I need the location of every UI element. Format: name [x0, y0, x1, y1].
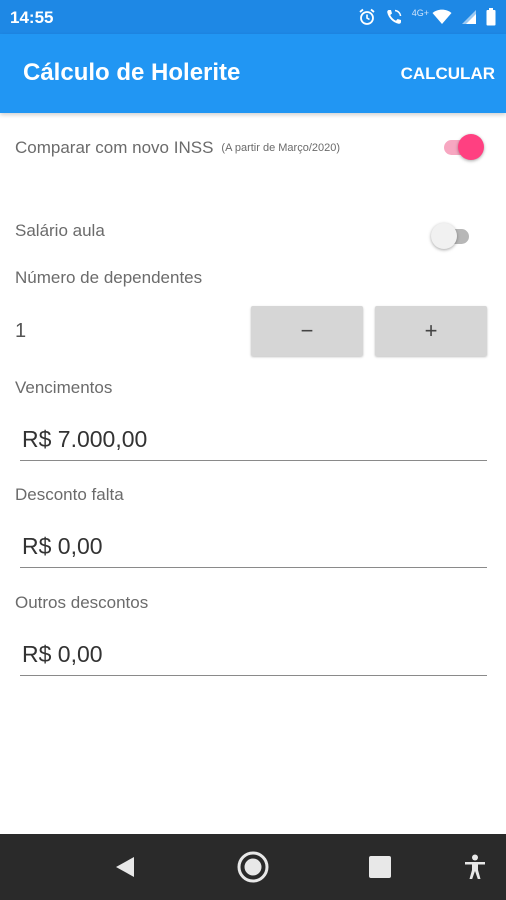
- switch-thumb: [458, 134, 484, 160]
- compare-inss-label: Comparar com novo INSS: [15, 138, 214, 157]
- plus-label: +: [424, 318, 438, 343]
- salario-aula-switch[interactable]: [431, 221, 475, 251]
- wifi-call-icon: [385, 8, 403, 26]
- decrement-button[interactable]: −: [251, 306, 363, 356]
- calculate-button[interactable]: CALCULAR: [401, 64, 495, 84]
- desconto-falta-input[interactable]: R$ 0,00: [20, 528, 487, 568]
- wifi-icon: [432, 9, 452, 25]
- signal-icon: [461, 9, 477, 25]
- status-icons: 4G+: [358, 7, 496, 27]
- vencimentos-label: Vencimentos: [15, 378, 113, 397]
- network-label: 4G+: [411, 8, 429, 18]
- alarm-icon: [358, 8, 376, 26]
- page-title: Cálculo de Holerite: [23, 59, 241, 86]
- increment-button[interactable]: +: [375, 306, 487, 356]
- compare-inss-switch[interactable]: [440, 132, 484, 162]
- salario-aula-label: Salário aula: [15, 221, 105, 240]
- navigation-bar: [0, 834, 506, 900]
- compare-inss-note: (A partir de Março/2020): [221, 142, 341, 154]
- desconto-falta-label: Desconto falta: [15, 485, 124, 504]
- dependentes-label: Número de dependentes: [15, 268, 203, 287]
- status-bar: 14:55 4G+: [0, 0, 506, 34]
- dependentes-value: 1: [15, 320, 27, 342]
- app-bar: Cálculo de Holerite CALCULAR: [0, 34, 506, 113]
- switch-thumb: [431, 223, 457, 249]
- status-time: 14:55: [10, 8, 54, 27]
- outros-descontos-input[interactable]: R$ 0,00: [20, 636, 487, 676]
- vencimentos-input[interactable]: R$ 7.000,00: [20, 421, 487, 461]
- battery-icon: [486, 8, 496, 26]
- minus-label: −: [300, 318, 314, 343]
- home-icon[interactable]: [223, 834, 283, 900]
- outros-descontos-label: Outros descontos: [15, 593, 149, 612]
- recents-icon[interactable]: [350, 834, 410, 900]
- accessibility-icon[interactable]: [455, 834, 495, 900]
- compare-inss-row: Comparar com novo INSS (A partir de Março…: [15, 138, 340, 158]
- back-icon[interactable]: [95, 834, 155, 900]
